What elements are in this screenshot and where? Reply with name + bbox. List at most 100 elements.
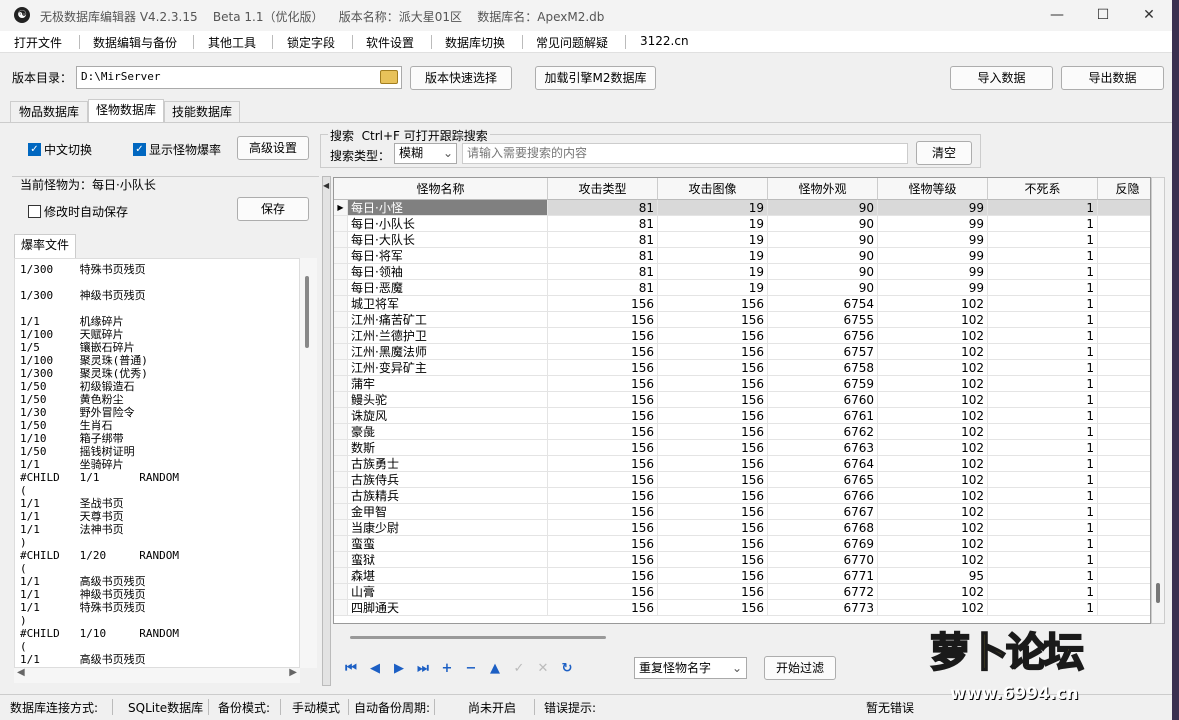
table-cell[interactable]: 102 [878,584,988,600]
advanced-settings-button[interactable]: 高级设置 [237,136,309,160]
table-cell[interactable]: 102 [878,504,988,520]
table-cell[interactable]: 1 [988,552,1098,568]
table-cell[interactable]: 90 [768,280,878,296]
table-cell[interactable]: 金甲智 [348,504,548,520]
table-row[interactable]: 山膏 156 156 6772 102 1 [334,584,1150,600]
folder-icon[interactable] [380,70,398,84]
table-cell[interactable]: 156 [658,472,768,488]
drop-vscrollbar[interactable] [300,258,317,668]
save-button[interactable]: 保存 [237,197,309,221]
table-cell[interactable]: 19 [658,248,768,264]
table-cell[interactable]: 102 [878,600,988,616]
table-cell[interactable]: 豪彘 [348,424,548,440]
table-cell[interactable]: 156 [658,312,768,328]
show-drop-toggle[interactable]: ✓ 显示怪物爆率 [133,141,221,158]
table-cell[interactable] [1098,552,1150,568]
table-cell[interactable]: 156 [548,424,658,440]
table-cell[interactable]: 156 [658,440,768,456]
tab-item-db[interactable]: 物品数据库 [10,101,88,123]
table-cell[interactable]: 156 [548,552,658,568]
table-cell[interactable] [1098,472,1150,488]
table-cell[interactable]: 81 [548,200,658,216]
table-cell[interactable]: 81 [548,248,658,264]
table-cell[interactable]: 1 [988,600,1098,616]
table-cell[interactable]: 102 [878,360,988,376]
table-cell[interactable] [1098,392,1150,408]
table-cell[interactable]: 156 [658,584,768,600]
table-row[interactable]: 城卫将军 156 156 6754 102 1 [334,296,1150,312]
table-cell[interactable] [1098,584,1150,600]
table-cell[interactable]: 102 [878,424,988,440]
table-cell[interactable]: 156 [658,360,768,376]
table-cell[interactable]: 156 [548,456,658,472]
autosave-toggle[interactable]: 修改时自动保存 [28,203,128,220]
import-button[interactable]: 导入数据 [950,66,1053,90]
table-cell[interactable]: 1 [988,328,1098,344]
table-cell[interactable]: 156 [548,440,658,456]
table-cell[interactable]: 1 [988,360,1098,376]
table-cell[interactable]: 156 [548,568,658,584]
table-cell[interactable]: 156 [548,376,658,392]
table-cell[interactable]: 156 [658,520,768,536]
collapse-icon[interactable]: ◀ [323,181,329,190]
table-cell[interactable]: 81 [548,264,658,280]
table-cell[interactable]: 156 [548,600,658,616]
table-cell[interactable]: 1 [988,264,1098,280]
table-cell[interactable]: 156 [658,552,768,568]
dir-input[interactable]: D:\MirServer [76,66,402,89]
table-cell[interactable] [1098,216,1150,232]
table-cell[interactable]: 6767 [768,504,878,520]
table-cell[interactable]: 19 [658,280,768,296]
table-cell[interactable]: 1 [988,440,1098,456]
next-record-icon[interactable]: ▶ [390,660,408,678]
table-cell[interactable]: 156 [548,296,658,312]
table-cell[interactable]: 1 [988,408,1098,424]
table-row[interactable]: 江州·兰德护卫 156 156 6756 102 1 [334,328,1150,344]
table-cell[interactable]: 156 [658,456,768,472]
table-cell[interactable]: 156 [658,408,768,424]
table-cell[interactable]: 每日·将军 [348,248,548,264]
table-cell[interactable] [1098,328,1150,344]
table-cell[interactable]: 1 [988,232,1098,248]
table-cell[interactable]: 156 [658,344,768,360]
table-cell[interactable] [1098,520,1150,536]
prev-record-icon[interactable]: ◀ [366,660,384,678]
table-row[interactable]: 金甲智 156 156 6767 102 1 [334,504,1150,520]
table-cell[interactable]: 每日·恶魔 [348,280,548,296]
table-cell[interactable]: 每日·领袖 [348,264,548,280]
table-cell[interactable]: 1 [988,504,1098,520]
table-cell[interactable]: 1 [988,200,1098,216]
quick-select-button[interactable]: 版本快速选择 [410,66,512,90]
table-row[interactable]: 数斯 156 156 6763 102 1 [334,440,1150,456]
table-cell[interactable]: 6756 [768,328,878,344]
table-cell[interactable]: 1 [988,584,1098,600]
table-cell[interactable] [1098,408,1150,424]
table-cell[interactable]: 19 [658,264,768,280]
table-cell[interactable]: 99 [878,216,988,232]
search-type-select[interactable]: 模糊 ⌄ [394,143,457,164]
table-cell[interactable]: 156 [548,504,658,520]
table-cell[interactable] [1098,232,1150,248]
table-cell[interactable]: 156 [658,376,768,392]
table-cell[interactable]: 四脚通天 [348,600,548,616]
table-cell[interactable]: 99 [878,280,988,296]
table-row[interactable]: 江州·变异矿主 156 156 6758 102 1 [334,360,1150,376]
table-cell[interactable] [1098,456,1150,472]
table-cell[interactable]: 1 [988,424,1098,440]
table-cell[interactable]: 江州·痛苦矿工 [348,312,548,328]
table-row[interactable]: 豪彘 156 156 6762 102 1 [334,424,1150,440]
table-cell[interactable] [1098,248,1150,264]
table-cell[interactable]: 102 [878,392,988,408]
table-cell[interactable]: 每日·大队长 [348,232,548,248]
last-record-icon[interactable]: ⏭ [414,660,432,678]
table-cell[interactable]: 156 [658,488,768,504]
table-cell[interactable]: 1 [988,520,1098,536]
table-cell[interactable]: 蛮狱 [348,552,548,568]
table-cell[interactable]: 99 [878,232,988,248]
table-cell[interactable]: 156 [658,568,768,584]
table-cell[interactable]: 6754 [768,296,878,312]
scroll-thumb[interactable] [305,276,309,348]
table-cell[interactable]: 6768 [768,520,878,536]
table-cell[interactable]: 95 [878,568,988,584]
table-cell[interactable]: 156 [548,584,658,600]
